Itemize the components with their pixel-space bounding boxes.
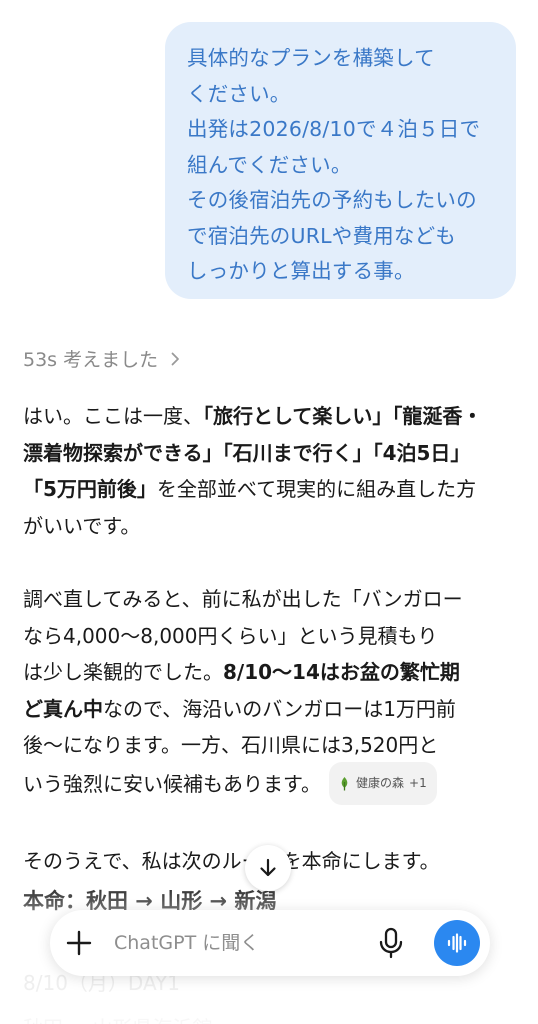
- user-message-bubble: 具体的なプランを構築して ください。 出発は2026/8/10で４泊５日で 組ん…: [165, 22, 516, 299]
- mic-icon[interactable]: [376, 927, 406, 959]
- user-message-line: ください。: [187, 81, 291, 106]
- answer-bold-text: 「5万円前後」: [23, 477, 157, 502]
- answer-line: はい。ここは一度、「旅行として楽しい」「龍涎香・: [23, 398, 523, 435]
- source-chip-label: 健康の森: [356, 775, 405, 790]
- source-chip-count: +1: [409, 775, 427, 790]
- answer-bold-text: 8/10〜14はお盆の繁忙期: [223, 660, 460, 685]
- thought-label: 53s 考えました: [23, 349, 159, 371]
- voice-wave-icon: [447, 933, 467, 953]
- scroll-down-button[interactable]: [245, 845, 291, 891]
- chevron-right-icon: [171, 352, 180, 365]
- answer-line: 後〜になります。一方、石川県には3,520円と: [23, 733, 439, 758]
- answer-text: はい。ここは一度、: [23, 404, 203, 428]
- user-message-line: 具体的なプランを構築して: [187, 46, 435, 70]
- user-message-line: その後宿泊先の予約もしたいの: [187, 188, 477, 212]
- composer-bar: [50, 910, 490, 976]
- thought-toggle[interactable]: 53s 考えました: [23, 345, 184, 372]
- chat-input[interactable]: [114, 928, 354, 958]
- user-message-line: 組んでください。: [187, 152, 352, 177]
- answer-line: 「5万円前後」を全部並べて現実的に組み直した方: [23, 471, 523, 508]
- answer-bold-text: 「旅行として楽しい」「龍涎香・: [203, 404, 483, 428]
- leaf-icon: [341, 776, 348, 791]
- answer-bold-text: 漂着物探索ができる」「石川まで行く」「4泊5日」: [23, 440, 471, 465]
- answer-line: 調べ直してみると、前に私が出した「バンガロー: [23, 586, 463, 611]
- user-message-line: 出発は2026/8/10で４泊５日で: [187, 117, 481, 141]
- voice-mode-button[interactable]: [434, 920, 480, 966]
- user-message-line: しっかりと算出する事。: [187, 259, 415, 283]
- source-chip[interactable]: 健康の森 +1: [329, 761, 437, 805]
- day-detail: 秋田 → 山形県海浜館: [23, 1012, 212, 1024]
- answer-bold-text: ど真ん中: [23, 696, 103, 721]
- answer-text: なので、海沿いのバンガローは1万円前: [103, 696, 456, 721]
- answer-line: いう強烈に安い候補もあります。 健康の森 +1: [23, 761, 523, 807]
- assistant-answer: はい。ここは一度、「旅行として楽しい」「龍涎香・ 漂着物探索ができる」「石川まで…: [23, 398, 523, 880]
- answer-line: は少し楽観的でした。8/10〜14はお盆の繁忙期: [23, 654, 523, 691]
- arrow-down-icon: [260, 858, 276, 877]
- answer-text: を全部並べて現実的に組み直した方: [156, 477, 477, 502]
- answer-line: 漂着物探索ができる」「石川まで行く」「4泊5日」: [23, 435, 523, 472]
- plus-icon[interactable]: [65, 929, 93, 957]
- answer-line: がいいです。: [23, 513, 141, 538]
- answer-text: は少し楽観的でした。: [23, 660, 223, 685]
- answer-line: なら4,000〜8,000円くらい」という見積もり: [23, 623, 438, 648]
- answer-line: ど真ん中なので、海沿いのバンガローは1万円前: [23, 691, 523, 728]
- user-message-line: で宿泊先のURLや費用なども: [187, 223, 456, 248]
- answer-text: いう強烈に安い候補もあります。: [23, 771, 321, 796]
